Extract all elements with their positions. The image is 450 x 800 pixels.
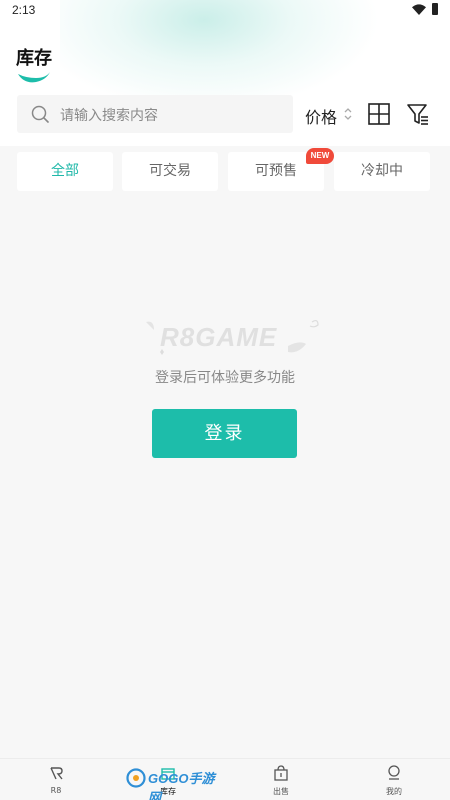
nav-item-r8[interactable]: R8 [11,759,101,800]
nav-label-r8: R8 [50,786,62,795]
tab-all[interactable]: 全部 [17,152,113,191]
sell-bag-icon [274,765,288,781]
price-sort-button[interactable]: 价格 [305,104,352,127]
wifi-icon [412,4,426,15]
tab-cooldown[interactable]: 冷却中 [334,152,430,191]
logo-text: R8GAME [160,322,278,352]
gogo-watermark: GOGO手游网 [126,764,222,800]
r8game-logo: R8GAME [140,316,320,360]
watermark-text: GOGO手游网 [148,771,215,800]
search-icon [31,105,49,123]
title-swoosh-decoration [18,72,50,83]
grid-view-icon[interactable] [368,103,390,125]
search-input[interactable]: 请输入搜索内容 [17,95,293,133]
nav-label-profile: 我的 [386,787,402,796]
nav-item-profile[interactable]: 我的 [349,759,439,800]
status-bar: 2:13 [0,0,450,20]
nav-label-sell: 出售 [273,787,289,796]
watermark-logo-icon [126,768,146,788]
r8-logo-icon [50,767,63,780]
login-prompt-text: 登录后可体验更多功能 [155,370,295,386]
search-placeholder: 请输入搜索内容 [60,108,158,124]
bottom-nav: R8 库存 出售 我的 [0,758,450,800]
sort-arrows-icon [344,108,352,120]
nav-item-sell[interactable]: 出售 [236,759,326,800]
price-sort-label: 价格 [305,108,338,127]
profile-icon [388,765,400,780]
login-button[interactable]: 登录 [152,409,297,458]
inventory-tabs: 全部 可交易 可预售 冷却中 [0,152,450,192]
filter-icon[interactable] [406,102,430,126]
page-title: 库存 [16,48,52,69]
new-badge: NEW [306,148,334,164]
battery-icon [432,3,438,15]
status-time: 2:13 [12,3,36,17]
tab-tradable[interactable]: 可交易 [122,152,218,191]
